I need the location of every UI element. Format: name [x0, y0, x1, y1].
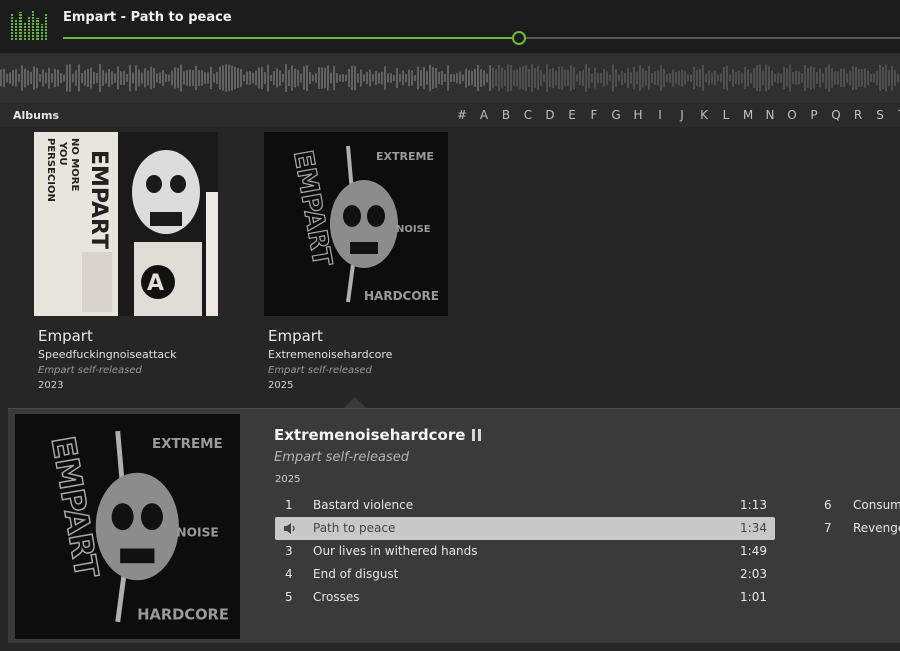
track-list: 1 Bastard violence 1:13 Path to peace 1:… — [275, 494, 775, 609]
alphabet-letter[interactable]: B — [495, 108, 517, 122]
track-row[interactable]: 3 Our lives in withered hands 1:49 — [275, 540, 775, 563]
alphabet-letter[interactable]: T — [891, 108, 900, 122]
progress-fill — [63, 37, 520, 39]
alphabet-letter[interactable]: S — [869, 108, 891, 122]
svg-text:PERSECION: PERSECION — [45, 138, 56, 202]
albums-header: Albums #ABCDEFGHIJKLMNOPQRST — [0, 103, 900, 127]
track-list-column-2: 6 Consum 7 Revenge — [820, 494, 900, 540]
svg-text:NOISE: NOISE — [176, 525, 218, 539]
track-duration: 1:49 — [740, 544, 767, 558]
album-card-label: Empart self-released — [38, 365, 142, 376]
albums-section-title: Albums — [13, 109, 59, 122]
album-cover[interactable]: EMPART EXTREME NOISE HARDCORE — [264, 132, 448, 316]
track-number: 1 — [285, 498, 293, 512]
track-row[interactable]: 6 Consum — [820, 494, 900, 517]
album-cover[interactable]: EMPART PERSECION YOU NO MORE A — [34, 132, 218, 316]
track-name: Crosses — [313, 590, 360, 604]
track-name: Consum — [853, 498, 900, 512]
track-duration: 2:03 — [740, 567, 767, 581]
alphabet-letter[interactable]: A — [473, 108, 495, 122]
track-name: Path to peace — [313, 521, 396, 535]
alphabet-letter[interactable]: C — [517, 108, 539, 122]
pause-icon[interactable] — [472, 429, 482, 441]
alphabet-letter[interactable]: N — [759, 108, 781, 122]
equalizer-icon[interactable] — [11, 10, 47, 40]
now-playing-title: Empart - Path to peace — [63, 10, 232, 25]
player-top-bar: Empart - Path to peace — [0, 0, 900, 53]
svg-text:EMPART: EMPART — [86, 150, 111, 249]
album-card-artist: Empart — [268, 327, 323, 345]
alphabet-letter[interactable]: L — [715, 108, 737, 122]
album-detail-panel: EMPART EXTREME NOISE HARDCORE Extremenoi… — [8, 408, 900, 643]
alphabet-letter[interactable]: I — [649, 108, 671, 122]
speaker-icon — [283, 522, 297, 535]
track-name: Revenge — [853, 521, 900, 535]
alphabet-letter[interactable]: G — [605, 108, 627, 122]
svg-text:NO MORE: NO MORE — [69, 138, 80, 192]
svg-text:YOU: YOU — [57, 141, 68, 166]
alphabet-letter[interactable]: F — [583, 108, 605, 122]
track-duration: 1:01 — [740, 590, 767, 604]
detail-album-title: Extremenoisehardcore — [274, 426, 466, 444]
svg-text:HARDCORE: HARDCORE — [364, 289, 439, 303]
alphabet-nav: #ABCDEFGHIJKLMNOPQRST — [451, 108, 900, 122]
alphabet-letter[interactable]: O — [781, 108, 803, 122]
alphabet-letter[interactable]: R — [847, 108, 869, 122]
track-name: Bastard violence — [313, 498, 414, 512]
track-row[interactable]: 1 Bastard violence 1:13 — [275, 494, 775, 517]
album-card-year: 2023 — [38, 380, 64, 391]
track-row[interactable]: 5 Crosses 1:01 — [275, 586, 775, 609]
progress-bar[interactable] — [63, 31, 900, 45]
alphabet-letter[interactable]: # — [451, 108, 473, 122]
alphabet-letter[interactable]: P — [803, 108, 825, 122]
progress-handle[interactable] — [512, 31, 527, 45]
album-card-year: 2025 — [268, 380, 294, 391]
detail-album-cover: EMPART EXTREME NOISE HARDCORE — [15, 414, 240, 639]
track-row-active[interactable]: Path to peace 1:34 — [275, 517, 775, 540]
bottom-strip — [0, 643, 900, 651]
track-name: End of disgust — [313, 567, 399, 581]
alphabet-letter[interactable]: J — [671, 108, 693, 122]
track-duration: 1:34 — [740, 521, 767, 535]
album-card-label: Empart self-released — [268, 365, 372, 376]
svg-text:EXTREME: EXTREME — [376, 150, 434, 163]
alphabet-letter[interactable]: M — [737, 108, 759, 122]
alphabet-letter[interactable]: K — [693, 108, 715, 122]
album-card-artist: Empart — [38, 327, 93, 345]
album-card-title: Extremenoisehardcore — [268, 348, 393, 361]
detail-album-label: Empart self-released — [274, 450, 410, 465]
album-grid: EMPART PERSECION YOU NO MORE A Empart Sp… — [0, 127, 900, 409]
music-player-window: Empart - Path to peace Albums # A B C D E F G H I… — [0, 0, 900, 651]
alphabet-letter[interactable]: H — [627, 108, 649, 122]
track-number: 6 — [824, 498, 832, 512]
svg-text:HARDCORE: HARDCORE — [137, 606, 229, 623]
track-number: 4 — [285, 567, 293, 581]
alphabet-letter[interactable]: D — [539, 108, 561, 122]
detail-album-year: 2025 — [275, 474, 301, 485]
svg-text:NOISE: NOISE — [396, 224, 431, 235]
track-number: 7 — [824, 521, 832, 535]
waveform-visualizer[interactable] — [0, 53, 900, 103]
track-row[interactable]: 4 End of disgust 2:03 — [275, 563, 775, 586]
svg-text:A: A — [147, 271, 164, 296]
track-name: Our lives in withered hands — [313, 544, 478, 558]
album-card-title: Speedfuckingnoiseattack — [38, 348, 177, 361]
alphabet-letter[interactable]: E — [561, 108, 583, 122]
track-number: 5 — [285, 590, 293, 604]
track-duration: 1:13 — [740, 498, 767, 512]
alphabet-letter[interactable]: Q — [825, 108, 847, 122]
svg-text:EXTREME: EXTREME — [152, 437, 223, 452]
track-number: 3 — [285, 544, 293, 558]
waveform-graphic — [0, 64, 899, 92]
track-row[interactable]: 7 Revenge — [820, 517, 900, 540]
